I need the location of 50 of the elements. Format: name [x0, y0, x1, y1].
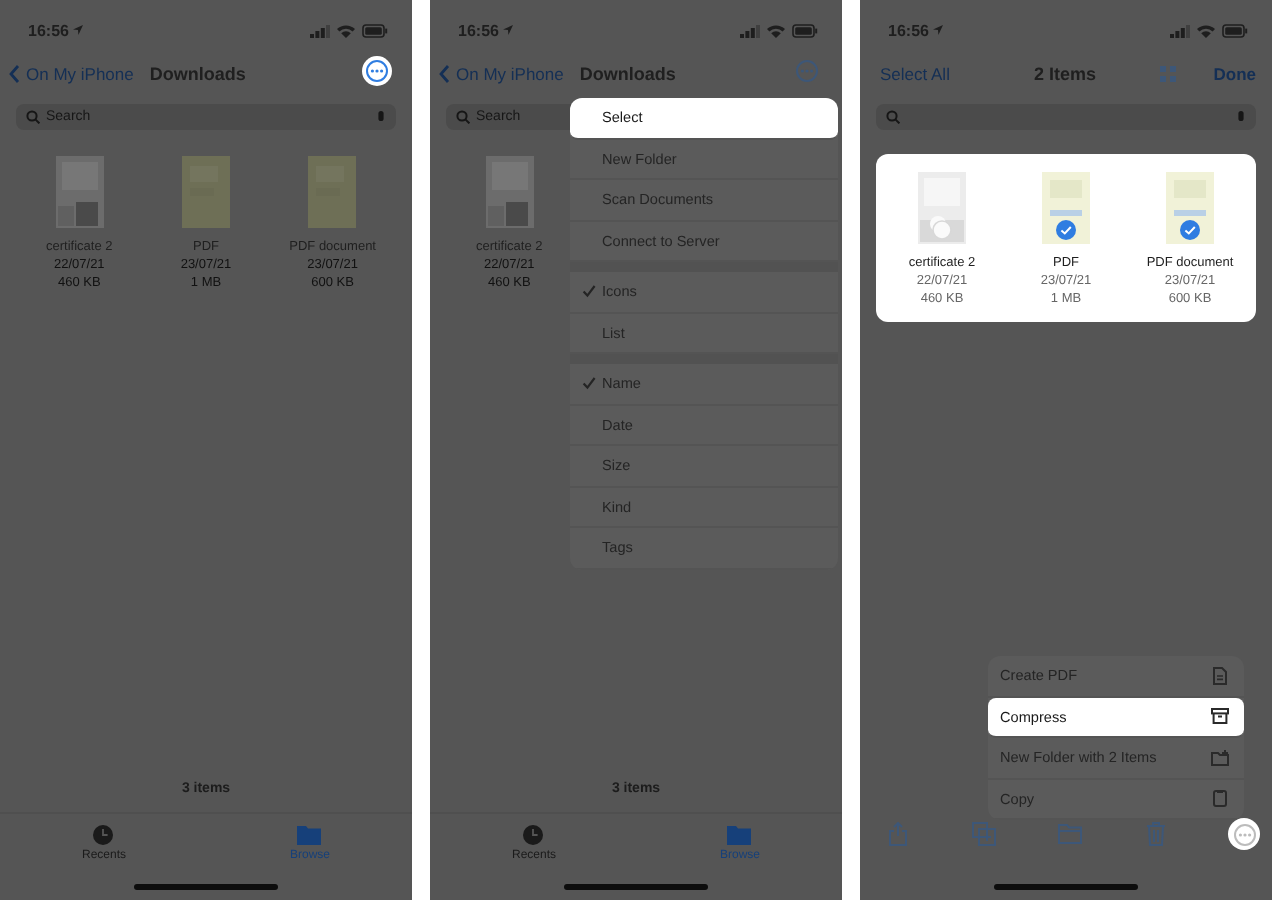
done-link[interactable]: Done — [1201, 64, 1256, 84]
search-icon — [26, 110, 40, 124]
signal-icon — [740, 23, 760, 37]
grid-icon[interactable] — [1157, 64, 1178, 84]
document-icon — [1210, 665, 1230, 686]
wifi-icon — [336, 23, 356, 37]
location-arrow-icon — [72, 24, 85, 36]
back-link[interactable]: On My iPhone — [438, 64, 564, 84]
home-indicator — [564, 884, 708, 890]
folder-icon[interactable] — [1058, 824, 1082, 844]
battery-icon — [792, 23, 818, 37]
more-button[interactable] — [362, 56, 392, 86]
trash-icon[interactable] — [1145, 822, 1165, 846]
archive-box-icon — [1210, 706, 1230, 727]
more-icon — [796, 60, 818, 82]
clock-icon — [92, 824, 115, 846]
search-icon — [886, 110, 900, 124]
duplicate-icon[interactable] — [971, 822, 995, 846]
status-time: 16:56 — [28, 21, 69, 39]
location-arrow-icon — [502, 24, 515, 36]
battery-icon — [1222, 23, 1248, 37]
clipboard-icon — [1210, 788, 1230, 809]
home-indicator — [994, 884, 1138, 890]
checkmark-circle-icon[interactable] — [1056, 220, 1076, 240]
clock-icon — [522, 824, 545, 846]
wifi-icon — [1196, 23, 1216, 37]
status-time: 16:56 — [888, 21, 929, 39]
more-icon — [366, 60, 388, 82]
folder-icon — [726, 824, 753, 846]
back-chevron-icon — [8, 64, 20, 84]
microphone-icon — [1236, 109, 1246, 125]
folder-icon — [296, 824, 323, 846]
checkmark-circle-icon[interactable] — [1180, 220, 1200, 240]
location-arrow-icon — [932, 24, 945, 36]
search-field[interactable] — [876, 104, 1256, 130]
home-indicator — [134, 884, 278, 890]
select-all-link[interactable]: Select All — [868, 64, 950, 84]
more-icon — [1233, 823, 1255, 845]
more-button[interactable] — [1228, 818, 1260, 850]
back-link[interactable]: On My iPhone — [8, 64, 134, 84]
wifi-icon — [766, 23, 786, 37]
folder-plus-icon — [1210, 747, 1230, 768]
signal-icon — [310, 23, 330, 37]
battery-icon — [362, 23, 388, 37]
microphone-icon — [376, 109, 386, 125]
back-chevron-icon — [438, 64, 450, 84]
status-time: 16:56 — [458, 21, 499, 39]
search-icon — [456, 110, 470, 124]
share-icon[interactable] — [888, 822, 908, 846]
signal-icon — [1170, 23, 1190, 37]
